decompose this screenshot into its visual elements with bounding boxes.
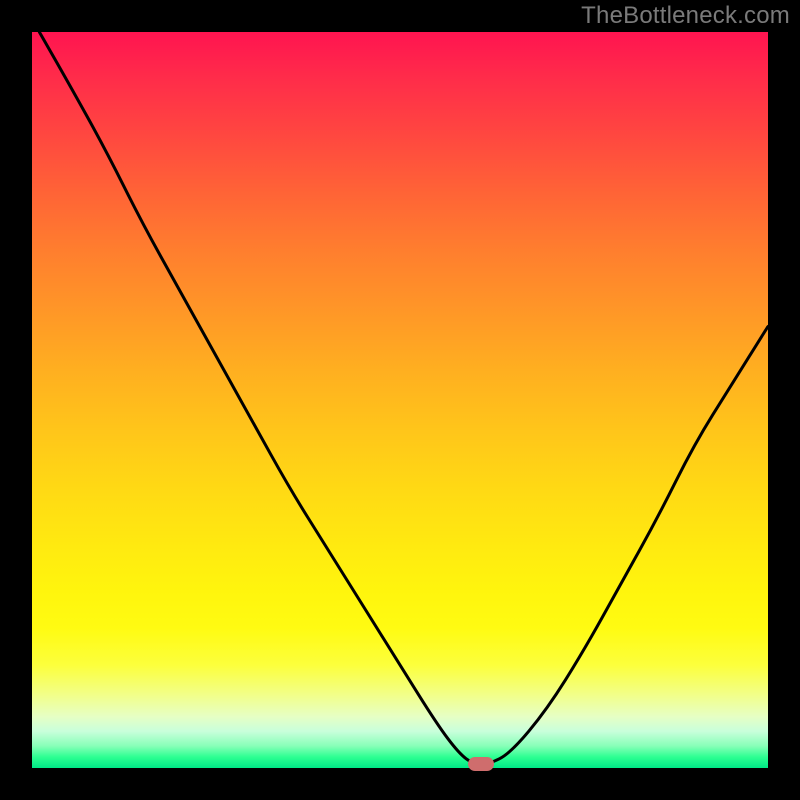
- chart-frame: TheBottleneck.com: [0, 0, 800, 800]
- plot-background-gradient: [32, 32, 768, 768]
- watermark-text: TheBottleneck.com: [581, 2, 790, 30]
